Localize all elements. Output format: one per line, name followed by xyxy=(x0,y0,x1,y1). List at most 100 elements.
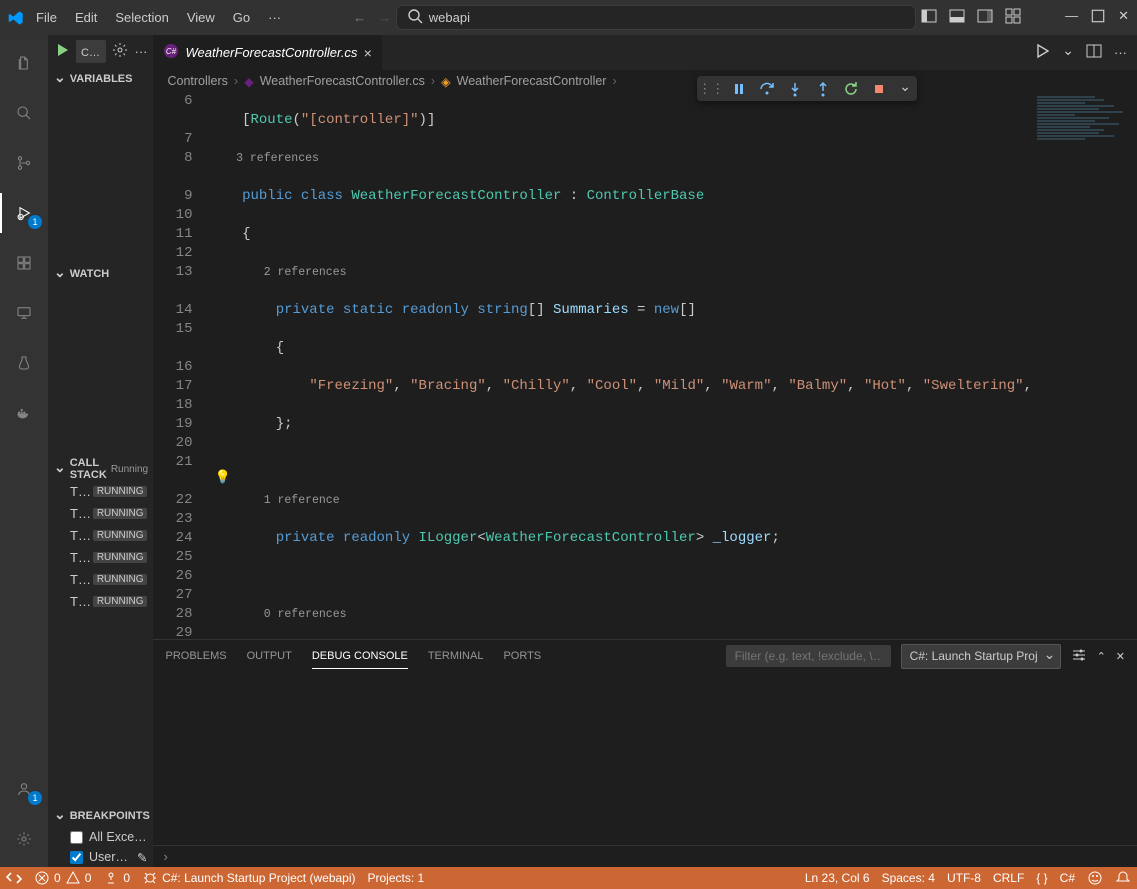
breadcrumb-item[interactable]: WeatherForecastController xyxy=(457,74,607,88)
variables-header[interactable]: VARIABLES xyxy=(48,68,153,90)
panel-maximize-icon[interactable]: ⌃ xyxy=(1097,650,1106,663)
activity-bar: 1 1 xyxy=(0,35,48,867)
breakpoint-row[interactable]: All Exceptions xyxy=(48,827,153,847)
activity-explorer-icon[interactable] xyxy=(0,43,48,83)
panel-close-icon[interactable]: ✕ xyxy=(1116,650,1125,663)
panel-tab-ports[interactable]: PORTS xyxy=(503,644,541,668)
thread-row[interactable]: Thread #29…RUNNING xyxy=(48,480,153,502)
window-close-icon[interactable]: ✕ xyxy=(1118,8,1129,27)
run-icon[interactable] xyxy=(1034,43,1050,62)
thread-name: Thread #34… xyxy=(70,572,93,587)
debug-action-bar[interactable]: ⋮⋮ xyxy=(697,76,917,101)
activity-testing-icon[interactable] xyxy=(0,343,48,383)
activity-settings-icon[interactable] xyxy=(0,819,48,859)
split-editor-icon[interactable] xyxy=(1086,43,1102,62)
window-maximize-icon[interactable] xyxy=(1090,8,1106,27)
activity-accounts-icon[interactable]: 1 xyxy=(0,769,48,809)
layout-customize-icon[interactable] xyxy=(1005,8,1021,27)
language-mode[interactable]: C# xyxy=(1060,871,1075,885)
feedback-icon[interactable] xyxy=(1087,870,1103,886)
breadcrumb-item[interactable]: Controllers xyxy=(167,74,227,88)
panel-tab-terminal[interactable]: TERMINAL xyxy=(428,644,484,668)
thread-name: Thread #29… xyxy=(70,484,93,499)
stop-icon[interactable] xyxy=(871,81,887,97)
grip-icon[interactable]: ⋮⋮ xyxy=(703,81,719,97)
step-over-icon[interactable] xyxy=(759,81,775,97)
restart-icon[interactable] xyxy=(843,81,859,97)
eol-status[interactable]: CRLF xyxy=(993,871,1024,885)
tab-close-icon[interactable]: × xyxy=(363,45,371,61)
cursor-position[interactable]: Ln 23, Col 6 xyxy=(805,871,870,885)
menu-edit[interactable]: Edit xyxy=(67,6,105,29)
thread-row[interactable]: Thread #18…RUNNING xyxy=(48,502,153,524)
chevron-down-icon xyxy=(54,266,66,283)
lightbulb-icon[interactable]: 💡 xyxy=(214,470,230,485)
editor-more-icon[interactable]: ··· xyxy=(1114,45,1127,60)
chevron-down-icon[interactable] xyxy=(899,80,911,97)
editor-area: C# WeatherForecastController.cs × ··· Co… xyxy=(153,35,1137,867)
window-minimize-icon[interactable]: — xyxy=(1065,8,1078,27)
code-editor[interactable]: 6789101112131415161718192021222324252627… xyxy=(153,92,1137,639)
debug-settings-icon[interactable] xyxy=(112,42,128,61)
layout-sidebar-right-icon[interactable] xyxy=(977,8,993,27)
activity-extensions-icon[interactable] xyxy=(0,243,48,283)
step-out-icon[interactable] xyxy=(815,81,831,97)
activity-source-control-icon[interactable] xyxy=(0,143,48,183)
callstack-header[interactable]: CALL STACK Running xyxy=(48,458,153,480)
breakpoint-checkbox[interactable] xyxy=(70,831,83,844)
breadcrumb[interactable]: Controllers › ◆ WeatherForecastControlle… xyxy=(153,70,1137,92)
ports-status[interactable]: 0 xyxy=(103,870,130,886)
debug-console-body[interactable] xyxy=(153,672,1137,845)
nav-back-icon[interactable]: ← xyxy=(353,10,366,25)
start-debug-icon[interactable] xyxy=(54,42,70,61)
activity-docker-icon[interactable] xyxy=(0,393,48,433)
problems-status[interactable]: 0 0 xyxy=(34,870,91,886)
step-into-icon[interactable] xyxy=(787,81,803,97)
filter-input[interactable] xyxy=(726,645,891,667)
panel-debug-config-select[interactable]: C#: Launch Startup Proj xyxy=(901,644,1061,669)
breakpoints-header[interactable]: BREAKPOINTS xyxy=(48,805,153,827)
panel-settings-icon[interactable] xyxy=(1071,647,1087,666)
thread-row[interactable]: Thread #34…RUNNING xyxy=(48,568,153,590)
chevron-down-icon xyxy=(54,808,66,825)
breakpoint-checkbox[interactable] xyxy=(70,851,83,864)
activity-remote-icon[interactable] xyxy=(0,293,48,333)
chevron-down-icon[interactable] xyxy=(1062,44,1074,61)
editor-tab[interactable]: C# WeatherForecastController.cs × xyxy=(153,35,382,70)
debug-console-input[interactable]: › xyxy=(153,845,1137,867)
layout-panel-icon[interactable] xyxy=(949,8,965,27)
layout-sidebar-left-icon[interactable] xyxy=(921,8,937,27)
watch-header[interactable]: WATCH xyxy=(48,263,153,285)
debug-config-select[interactable]: C#: Launch xyxy=(76,40,106,63)
panel-tab-problems[interactable]: PROBLEMS xyxy=(165,644,226,668)
menu-more-icon[interactable]: ··· xyxy=(260,6,289,29)
panel-tab-output[interactable]: OUTPUT xyxy=(247,644,292,668)
menu-go[interactable]: Go xyxy=(225,6,258,29)
debug-status[interactable]: C#: Launch Startup Project (webapi) xyxy=(142,870,355,886)
breakpoint-row[interactable]: User-Unhandl…✎ xyxy=(48,847,153,867)
nav-forward-icon[interactable]: → xyxy=(378,10,391,25)
notifications-icon[interactable] xyxy=(1115,870,1131,886)
breadcrumb-item[interactable]: WeatherForecastController.cs xyxy=(260,74,425,88)
command-center[interactable]: webapi xyxy=(396,5,916,30)
thread-row[interactable]: Thread #10…RUNNING xyxy=(48,524,153,546)
thread-state: RUNNING xyxy=(93,552,148,563)
encoding-status[interactable]: UTF-8 xyxy=(947,871,981,885)
edit-icon[interactable]: ✎ xyxy=(137,850,147,865)
remote-indicator[interactable] xyxy=(6,870,22,886)
menu-selection[interactable]: Selection xyxy=(107,6,176,29)
projects-status[interactable]: Projects: 1 xyxy=(368,871,425,885)
indent-status[interactable]: Spaces: 4 xyxy=(882,871,935,885)
debug-more-icon[interactable]: ··· xyxy=(134,44,147,59)
activity-run-debug-icon[interactable]: 1 xyxy=(0,193,48,233)
minimap[interactable] xyxy=(1032,92,1137,639)
pause-icon[interactable] xyxy=(731,81,747,97)
thread-row[interactable]: Thread #13…RUNNING xyxy=(48,590,153,612)
lang-braces[interactable]: { } xyxy=(1036,871,1047,885)
thread-row[interactable]: Thread #23…RUNNING xyxy=(48,546,153,568)
activity-search-icon[interactable] xyxy=(0,93,48,133)
panel-tab-debug-console[interactable]: DEBUG CONSOLE xyxy=(312,644,408,669)
menu-file[interactable]: File xyxy=(28,6,65,29)
code-content[interactable]: [Route("[controller]")] 3 references pub… xyxy=(208,92,1032,639)
menu-view[interactable]: View xyxy=(179,6,223,29)
